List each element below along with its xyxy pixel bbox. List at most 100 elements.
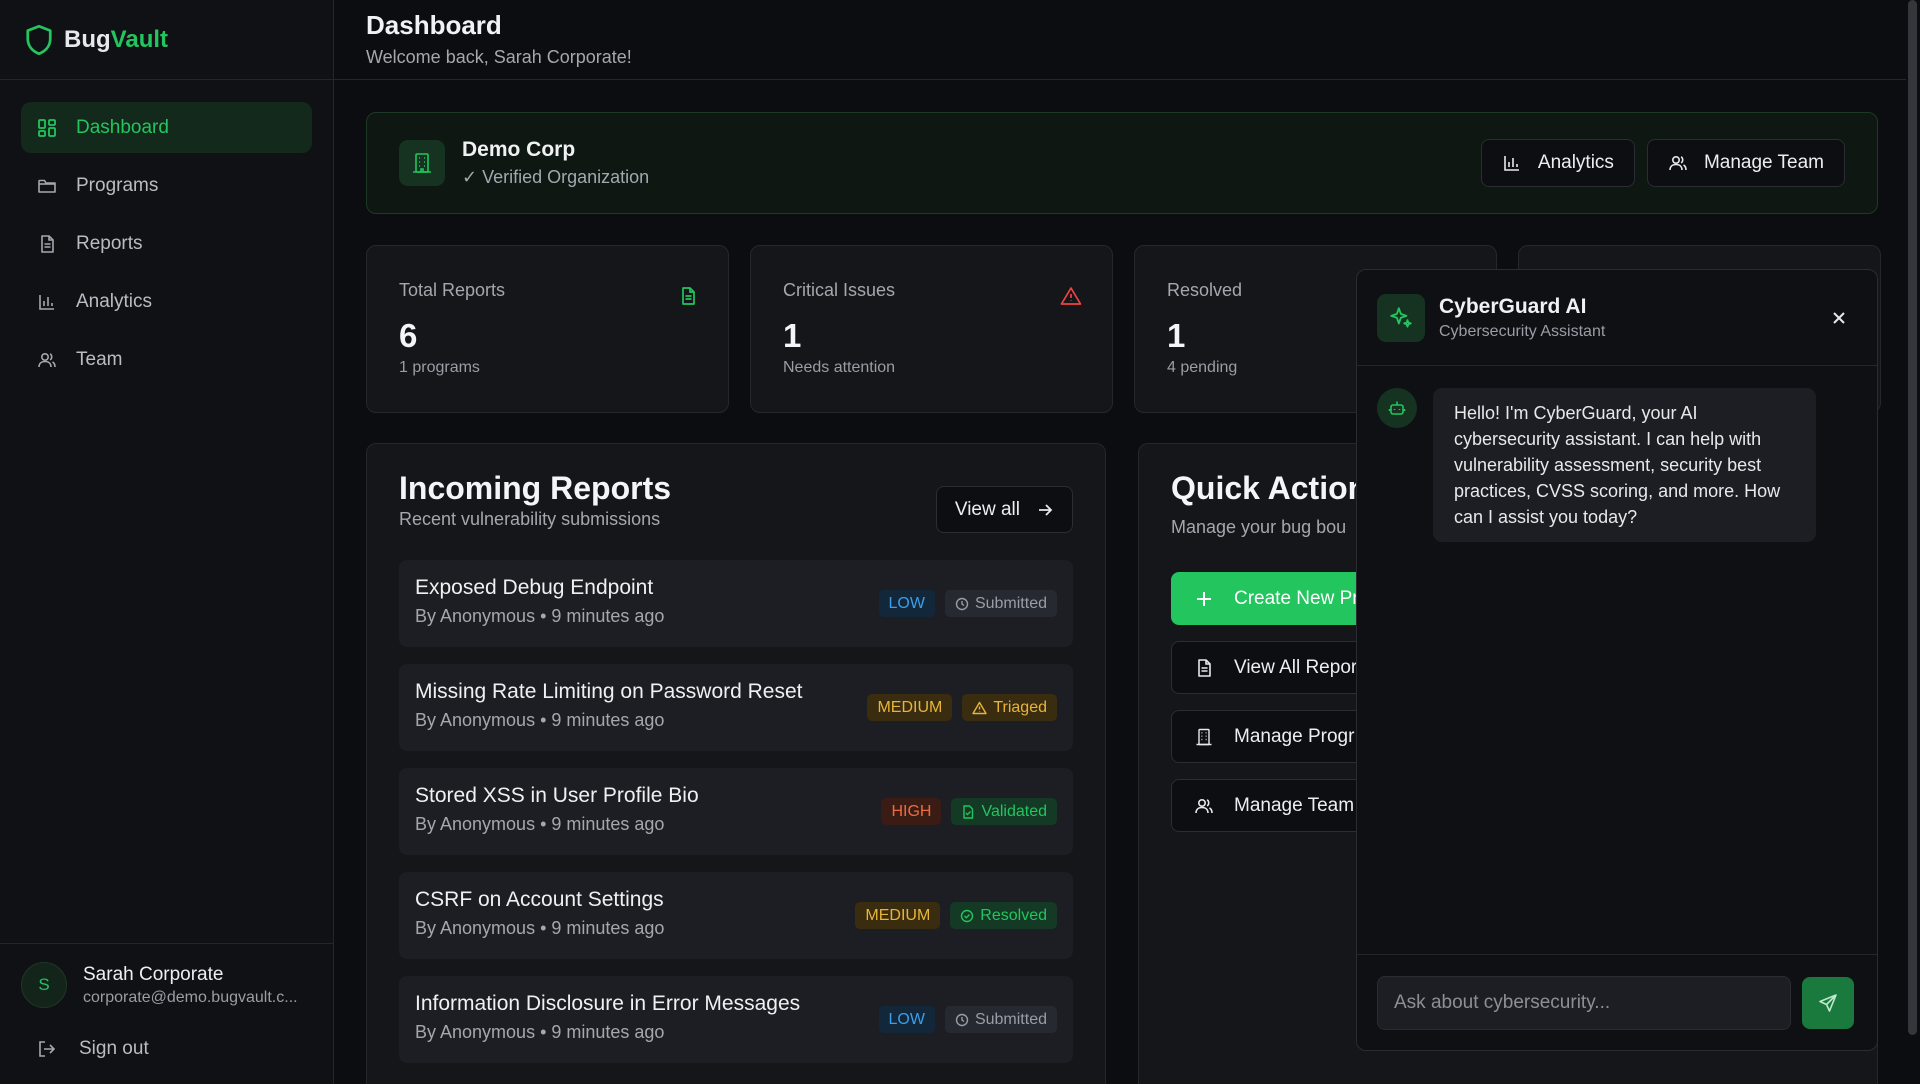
page-scrollbar[interactable] xyxy=(1906,0,1920,1084)
user-email: corporate@demo.bugvault.c... xyxy=(83,988,298,1006)
chat-footer xyxy=(1357,954,1877,1050)
chat-panel: CyberGuard AI Cybersecurity Assistant He… xyxy=(1356,269,1878,1051)
table-row[interactable]: Stored XSS in User Profile Bio By Anonym… xyxy=(399,768,1073,855)
user-block: S Sarah Corporate corporate@demo.bugvaul… xyxy=(0,943,333,1084)
brand-name: BugVault xyxy=(64,26,168,54)
severity-badge: MEDIUM xyxy=(855,902,941,929)
verified-status: ✓ Verified Organization xyxy=(462,167,650,187)
chat-header: CyberGuard AI Cybersecurity Assistant xyxy=(1357,270,1877,366)
quick-action-label: View All Repor xyxy=(1234,656,1358,678)
chat-messages: Hello! I'm CyberGuard, your AI cybersecu… xyxy=(1357,366,1877,954)
folder-icon xyxy=(36,175,58,197)
analytics-button-label: Analytics xyxy=(1537,152,1614,173)
table-row[interactable]: Exposed Debug Endpoint By Anonymous • 9 … xyxy=(399,560,1073,647)
building-icon xyxy=(1194,727,1214,747)
status-badge: Triaged xyxy=(962,694,1057,721)
analytics-button[interactable]: Analytics xyxy=(1480,139,1635,187)
alert-triangle-icon xyxy=(1060,286,1082,306)
brand[interactable]: BugVault xyxy=(0,0,333,80)
close-icon xyxy=(1831,310,1847,326)
stat-value: 1 xyxy=(783,317,802,354)
users-icon xyxy=(36,349,58,371)
quick-action-label: Manage Progr xyxy=(1234,725,1355,747)
status-badge: Validated xyxy=(951,798,1057,825)
severity-badge: HIGH xyxy=(881,798,942,825)
bot-icon xyxy=(1377,388,1417,428)
sidebar-nav: Dashboard Programs Reports Analytics Tea… xyxy=(0,80,333,407)
report-list: Exposed Debug Endpoint By Anonymous • 9 … xyxy=(399,560,1073,1063)
bar-chart-icon xyxy=(1502,153,1522,173)
chat-title: CyberGuard AI xyxy=(1439,294,1587,318)
file-icon xyxy=(678,286,698,306)
status-badge: Submitted xyxy=(944,590,1057,617)
bar-chart-icon xyxy=(36,291,58,313)
severity-badge: LOW xyxy=(878,590,935,617)
send-button[interactable] xyxy=(1802,976,1854,1029)
building-icon xyxy=(399,140,445,186)
stat-card-critical-issues: Critical Issues 1 Needs attention xyxy=(750,245,1113,413)
page-header: Dashboard Welcome back, Sarah Corporate! xyxy=(334,0,1920,80)
plus-icon xyxy=(1194,589,1214,609)
sidebar-item-label: Programs xyxy=(76,174,159,196)
page-subtitle: Welcome back, Sarah Corporate! xyxy=(366,47,632,67)
scrollbar-thumb[interactable] xyxy=(1908,0,1917,1035)
arrow-right-icon xyxy=(1036,501,1054,519)
sidebar-item-label: Dashboard xyxy=(76,116,169,138)
sidebar-item-team[interactable]: Team xyxy=(21,334,312,385)
status-label: Resolved xyxy=(980,906,1047,924)
sidebar-item-dashboard[interactable]: Dashboard xyxy=(21,102,312,153)
stat-card-total-reports: Total Reports 6 1 programs xyxy=(366,245,729,413)
status-label: Submitted xyxy=(974,1010,1047,1028)
user-profile[interactable]: S Sarah Corporate corporate@demo.bugvaul… xyxy=(21,962,312,1008)
manage-team-button[interactable]: Manage Team xyxy=(1646,139,1845,187)
brand-name-part1: Bug xyxy=(64,25,111,53)
status-badge: Submitted xyxy=(944,1006,1057,1033)
page-title: Dashboard xyxy=(366,10,502,40)
chat-input[interactable] xyxy=(1377,975,1791,1030)
stat-sub: Needs attention xyxy=(783,359,896,376)
sign-out-button[interactable]: Sign out xyxy=(21,1032,312,1066)
clock-icon xyxy=(955,597,969,611)
stat-label: Total Reports xyxy=(399,280,506,300)
file-check-icon xyxy=(961,804,975,819)
sign-out-label: Sign out xyxy=(79,1038,149,1059)
stat-label: Critical Issues xyxy=(783,280,896,300)
sidebar: BugVault Dashboard Programs Reports Anal… xyxy=(0,0,334,1084)
sparkles-icon xyxy=(1377,293,1425,342)
status-badge: Resolved xyxy=(950,902,1057,929)
view-all-button[interactable]: View all xyxy=(935,486,1073,533)
chat-bubble: Hello! I'm CyberGuard, your AI cybersecu… xyxy=(1433,388,1816,542)
status-label: Validated xyxy=(981,802,1047,820)
sidebar-item-analytics[interactable]: Analytics xyxy=(21,276,312,327)
users-icon xyxy=(1194,796,1214,816)
sidebar-item-label: Team xyxy=(76,348,123,370)
dashboard-icon xyxy=(36,117,58,139)
sidebar-item-programs[interactable]: Programs xyxy=(21,160,312,211)
table-row[interactable]: Missing Rate Limiting on Password Reset … xyxy=(399,664,1073,751)
file-icon xyxy=(36,233,58,255)
incoming-reports-panel: Incoming Reports Recent vulnerability su… xyxy=(366,443,1106,1084)
user-name: Sarah Corporate xyxy=(83,963,224,985)
alert-triangle-icon xyxy=(972,701,988,715)
file-icon xyxy=(1194,658,1214,678)
sidebar-item-label: Reports xyxy=(76,232,143,254)
stat-sub: 1 programs xyxy=(399,359,480,376)
chat-subtitle: Cybersecurity Assistant xyxy=(1439,322,1606,340)
quick-action-label: Manage Team xyxy=(1234,794,1355,816)
quick-action-label: Create New Pr xyxy=(1234,587,1359,609)
status-label: Triaged xyxy=(993,698,1047,716)
clock-icon xyxy=(955,1013,969,1027)
close-chat-button[interactable] xyxy=(1821,300,1857,336)
organization-banner: Demo Corp ✓ Verified Organization Analyt… xyxy=(366,112,1878,214)
table-row[interactable]: CSRF on Account Settings By Anonymous • … xyxy=(399,872,1073,959)
table-row[interactable]: Information Disclosure in Error Messages… xyxy=(399,976,1073,1063)
view-all-label: View all xyxy=(954,498,1020,520)
sidebar-item-label: Analytics xyxy=(76,290,153,312)
shield-logo-icon xyxy=(24,23,54,57)
sidebar-item-reports[interactable]: Reports xyxy=(21,218,312,269)
brand-name-part2: Vault xyxy=(110,25,169,53)
manage-team-button-label: Manage Team xyxy=(1703,152,1824,173)
users-icon xyxy=(1668,153,1688,173)
check-circle-icon xyxy=(960,909,974,923)
stat-value: 6 xyxy=(399,317,418,354)
